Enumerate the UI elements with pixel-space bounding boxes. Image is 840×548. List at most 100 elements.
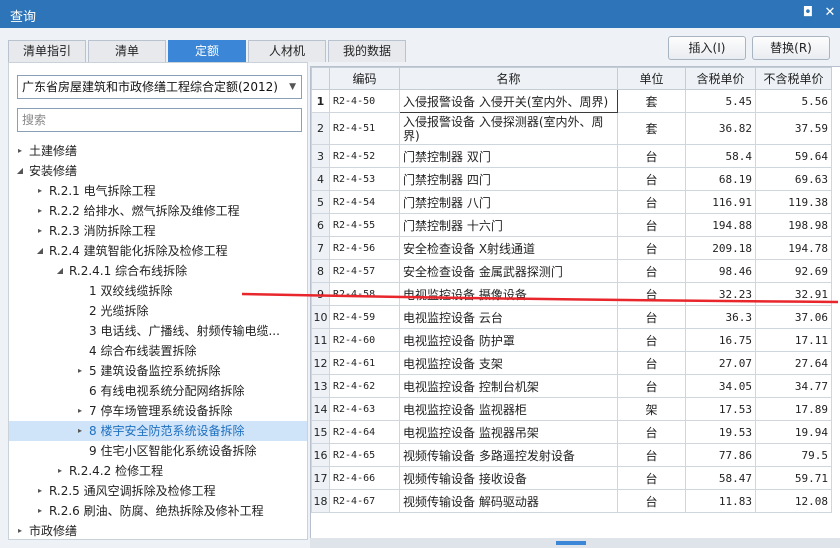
cell-price-tax[interactable]: 77.86 bbox=[685, 443, 756, 467]
column-header-unit[interactable]: 单位 bbox=[617, 67, 686, 90]
table-row[interactable]: 11 R2-4-60 电视监控设备 防护罩台 16.75 17.11 bbox=[311, 328, 832, 352]
row-index[interactable]: 4 bbox=[311, 167, 330, 191]
row-index[interactable]: 3 bbox=[311, 144, 330, 168]
cell-name[interactable]: 电视监控设备 支架 bbox=[399, 351, 618, 375]
expand-arrow-icon[interactable]: ▸ bbox=[75, 421, 85, 441]
cell-price-tax[interactable]: 36.82 bbox=[685, 112, 756, 145]
cell-code[interactable]: R2-4-67 bbox=[329, 489, 400, 513]
cell-price-notax[interactable]: 5.56 bbox=[755, 89, 832, 113]
cell-price-tax[interactable]: 36.3 bbox=[685, 305, 756, 329]
cell-name[interactable]: 安全检查设备 X射线通道 bbox=[399, 236, 618, 260]
close-icon[interactable]: ✕ bbox=[822, 5, 838, 21]
row-index[interactable]: 18 bbox=[311, 489, 330, 513]
tab-bill[interactable]: 清单 bbox=[88, 40, 166, 62]
tree-node[interactable]: ◢ R.2.4.1 综合布线拆除 bbox=[9, 261, 307, 281]
cell-unit[interactable]: 台 bbox=[617, 466, 686, 490]
tree-node[interactable]: ▸ 7 停车场管理系统设备拆除 bbox=[9, 401, 307, 421]
cell-price-tax[interactable]: 58.4 bbox=[685, 144, 756, 168]
cell-name[interactable]: 电视监控设备 云台 bbox=[399, 305, 618, 329]
table-row[interactable]: 6 R2-4-55 门禁控制器 十六门台 194.88 198.98 bbox=[311, 213, 832, 237]
cell-price-tax[interactable]: 68.19 bbox=[685, 167, 756, 191]
cell-unit[interactable]: 套 bbox=[617, 89, 686, 113]
expand-arrow-icon[interactable]: ▸ bbox=[35, 181, 45, 201]
tree-node[interactable]: 4 综合布线装置拆除 bbox=[9, 341, 307, 361]
cell-name[interactable]: 入侵报警设备 入侵探测器(室内外、周界) bbox=[399, 112, 618, 145]
table-row[interactable]: 16 R2-4-65 视频传输设备 多路遥控发射设备台 77.86 79.5 bbox=[311, 443, 832, 467]
cell-price-notax[interactable]: 17.11 bbox=[755, 328, 832, 352]
cell-price-tax[interactable]: 11.83 bbox=[685, 489, 756, 513]
cell-price-tax[interactable]: 58.47 bbox=[685, 466, 756, 490]
row-index[interactable]: 5 bbox=[311, 190, 330, 214]
cell-name[interactable]: 视频传输设备 解码驱动器 bbox=[399, 489, 618, 513]
cell-unit[interactable]: 台 bbox=[617, 213, 686, 237]
table-row[interactable]: 13 R2-4-62 电视监控设备 控制台机架台 34.05 34.77 bbox=[311, 374, 832, 398]
expand-arrow-icon[interactable]: ▸ bbox=[15, 521, 25, 541]
cell-code[interactable]: R2-4-54 bbox=[329, 190, 400, 214]
tree-node[interactable]: ▸ R.2.3 消防拆除工程 bbox=[9, 221, 307, 241]
expand-arrow-icon[interactable]: ▸ bbox=[35, 481, 45, 501]
row-index[interactable]: 12 bbox=[311, 351, 330, 375]
cell-code[interactable]: R2-4-60 bbox=[329, 328, 400, 352]
table-row[interactable]: 17 R2-4-66 视频传输设备 接收设备台 58.47 59.71 bbox=[311, 466, 832, 490]
expand-arrow-icon[interactable]: ▸ bbox=[15, 141, 25, 161]
cell-price-notax[interactable]: 37.06 bbox=[755, 305, 832, 329]
cell-price-tax[interactable]: 116.91 bbox=[685, 190, 756, 214]
expand-arrow-icon[interactable]: ▸ bbox=[75, 401, 85, 421]
replace-button[interactable]: 替换(R) bbox=[752, 36, 830, 60]
cell-price-tax[interactable]: 19.53 bbox=[685, 420, 756, 444]
cell-unit[interactable]: 台 bbox=[617, 144, 686, 168]
cell-code[interactable]: R2-4-64 bbox=[329, 420, 400, 444]
cell-price-tax[interactable]: 194.88 bbox=[685, 213, 756, 237]
row-index[interactable]: 16 bbox=[311, 443, 330, 467]
table-row[interactable]: 3 R2-4-52 门禁控制器 双门台 58.4 59.64 bbox=[311, 144, 832, 168]
table-row[interactable]: 12 R2-4-61 电视监控设备 支架台 27.07 27.64 bbox=[311, 351, 832, 375]
restore-icon[interactable]: ◘ bbox=[800, 5, 816, 21]
cell-code[interactable]: R2-4-63 bbox=[329, 397, 400, 421]
cell-code[interactable]: R2-4-66 bbox=[329, 466, 400, 490]
cell-code[interactable]: R2-4-50 bbox=[329, 89, 400, 113]
cell-code[interactable]: R2-4-65 bbox=[329, 443, 400, 467]
tree-node[interactable]: 3 电话线、广播线、射频传输电缆... bbox=[9, 321, 307, 341]
cell-name[interactable]: 门禁控制器 八门 bbox=[399, 190, 618, 214]
tab-bill-guide[interactable]: 清单指引 bbox=[8, 40, 86, 62]
row-index[interactable]: 14 bbox=[311, 397, 330, 421]
cell-name[interactable]: 电视监控设备 控制台机架 bbox=[399, 374, 618, 398]
cell-price-notax[interactable]: 69.63 bbox=[755, 167, 832, 191]
cell-unit[interactable]: 台 bbox=[617, 167, 686, 191]
search-input[interactable]: 搜索 bbox=[17, 108, 302, 132]
cell-name[interactable]: 电视监控设备 监视器吊架 bbox=[399, 420, 618, 444]
tab-quota[interactable]: 定额 bbox=[168, 40, 246, 62]
table-row[interactable]: 18 R2-4-67 视频传输设备 解码驱动器台 11.83 12.08 bbox=[311, 489, 832, 513]
cell-code[interactable]: R2-4-62 bbox=[329, 374, 400, 398]
cell-unit[interactable]: 套 bbox=[617, 112, 686, 145]
row-index[interactable]: 13 bbox=[311, 374, 330, 398]
cell-code[interactable]: R2-4-52 bbox=[329, 144, 400, 168]
cell-price-notax[interactable]: 27.64 bbox=[755, 351, 832, 375]
table-row[interactable]: 15 R2-4-64 电视监控设备 监视器吊架台 19.53 19.94 bbox=[311, 420, 832, 444]
expand-arrow-icon[interactable]: ▸ bbox=[75, 361, 85, 381]
cell-price-tax[interactable]: 98.46 bbox=[685, 259, 756, 283]
tree-node[interactable]: 2 光缆拆除 bbox=[9, 301, 307, 321]
tree-node[interactable]: ▸ 土建修缮 bbox=[9, 141, 307, 161]
tree-node[interactable]: ▸ R.2.5 通风空调拆除及检修工程 bbox=[9, 481, 307, 501]
cell-name[interactable]: 电视监控设备 监视器柜 bbox=[399, 397, 618, 421]
cell-price-notax[interactable]: 92.69 bbox=[755, 259, 832, 283]
cell-price-notax[interactable]: 34.77 bbox=[755, 374, 832, 398]
cell-code[interactable]: R2-4-59 bbox=[329, 305, 400, 329]
expand-arrow-icon[interactable]: ▸ bbox=[35, 221, 45, 241]
cell-price-tax[interactable]: 209.18 bbox=[685, 236, 756, 260]
row-index[interactable]: 15 bbox=[311, 420, 330, 444]
cell-unit[interactable]: 台 bbox=[617, 489, 686, 513]
column-header-code[interactable]: 编码 bbox=[329, 67, 400, 90]
row-index[interactable]: 11 bbox=[311, 328, 330, 352]
cell-price-notax[interactable]: 119.38 bbox=[755, 190, 832, 214]
column-header-price-tax[interactable]: 含税单价 bbox=[685, 67, 756, 90]
cell-code[interactable]: R2-4-55 bbox=[329, 213, 400, 237]
tree-node[interactable]: ▸ 市政修缮 bbox=[9, 521, 307, 541]
cell-unit[interactable]: 台 bbox=[617, 351, 686, 375]
row-index[interactable]: 17 bbox=[311, 466, 330, 490]
tree-node[interactable]: ▸ R.2.6 刷油、防腐、绝热拆除及修补工程 bbox=[9, 501, 307, 521]
cell-name[interactable]: 门禁控制器 双门 bbox=[399, 144, 618, 168]
cell-unit[interactable]: 台 bbox=[617, 259, 686, 283]
cell-name[interactable]: 视频传输设备 多路遥控发射设备 bbox=[399, 443, 618, 467]
